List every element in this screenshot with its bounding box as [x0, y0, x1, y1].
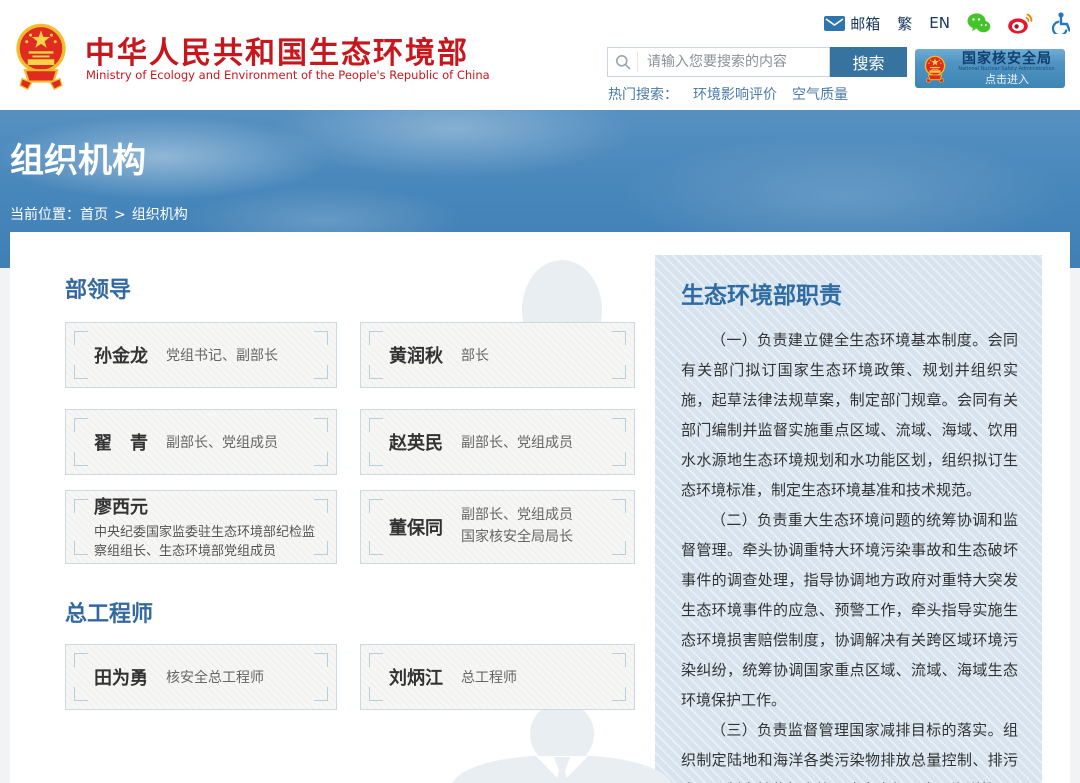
breadcrumb-separator: >	[114, 207, 126, 223]
search-input[interactable]	[638, 48, 829, 76]
leader-card-zhaiqing[interactable]: 翟 青 副部长、党组成员	[65, 409, 337, 475]
engineer-card-liubingjiang[interactable]: 刘炳江 总工程师	[360, 644, 635, 710]
engineer-row: 田为勇 核安全总工程师 刘炳江 总工程师	[65, 644, 655, 710]
card-content: 田为勇 核安全总工程师	[66, 645, 336, 709]
person-name: 黄润秋	[389, 342, 443, 368]
leader-row-3: 廖西元 中央纪委国家监委驻生态环境部纪检监察组组长、生态环境部党组成员 董保同 …	[65, 490, 655, 564]
leader-card-huangrunqiu[interactable]: 黄润秋 部长	[360, 322, 635, 388]
leadership-panel: 部领导 孙金龙 党组书记、副部长 黄润秋 部长 翟 青 副部长、党组成员	[10, 232, 655, 783]
section-heading-chief-engineers: 总工程师	[65, 600, 655, 630]
person-title: 总工程师	[461, 667, 517, 687]
weibo-icon	[1008, 13, 1033, 34]
person-name: 刘炳江	[389, 664, 443, 690]
section-heading-duties: 生态环境部职责	[681, 281, 1018, 311]
leader-card-dongbaotong[interactable]: 董保同 副部长、党组成员 国家核安全局局长	[360, 490, 635, 564]
mail-link[interactable]: 邮箱	[824, 13, 880, 34]
duty-paragraph-3: （三）负责监督管理国家减排目标的落实。组织制定陆地和海洋各类污染物排放总量控制、…	[681, 715, 1018, 783]
top-utility-bar: 邮箱 繁 EN	[824, 12, 1070, 34]
card-content: 黄润秋 部长	[361, 323, 634, 387]
nnsa-banner-button[interactable]: 国家核安全局 National Nuclear Safety Administr…	[915, 49, 1065, 88]
person-silhouette-icon	[450, 698, 675, 783]
site-title: 中华人民共和国生态环境部	[85, 28, 469, 72]
duty-paragraph-2: （二）负责重大生态环境问题的统筹协调和监督管理。牵头协调重特大环境污染事故和生态…	[681, 505, 1018, 715]
english-link[interactable]: EN	[929, 14, 950, 32]
person-title: 副部长、党组成员	[461, 432, 573, 452]
hot-search-row: 热门搜索： 环境影响评价 空气质量	[608, 84, 848, 104]
card-content: 翟 青 副部长、党组成员	[66, 410, 336, 474]
breadcrumb-current: 组织机构	[132, 207, 188, 223]
person-name: 廖西元	[94, 493, 148, 519]
nnsa-title: 国家核安全局	[962, 52, 1052, 66]
mail-icon	[824, 16, 845, 31]
hot-search-link-air[interactable]: 空气质量	[792, 84, 848, 104]
person-title: 部长	[461, 345, 489, 365]
search-bar: 搜索	[607, 47, 907, 77]
wechat-link[interactable]	[967, 13, 991, 34]
person-title: 副部长、党组成员	[166, 432, 278, 452]
nnsa-subtitle: National Nuclear Safety Administration	[959, 67, 1055, 72]
leader-card-sunjinlong[interactable]: 孙金龙 党组书记、副部长	[65, 322, 337, 388]
search-button[interactable]: 搜索	[830, 47, 907, 77]
breadcrumb: 当前位置：首页 > 组织机构	[0, 182, 1080, 224]
person-name: 田为勇	[94, 664, 148, 690]
site-subtitle: Ministry of Ecology and Environment of t…	[86, 68, 490, 82]
card-content: 孙金龙 党组书记、副部长	[66, 323, 336, 387]
accessibility-link[interactable]	[1050, 12, 1070, 34]
leader-row-1: 孙金龙 党组书记、副部长 黄润秋 部长	[65, 322, 655, 388]
person-title: 中央纪委国家监委驻生态环境部纪检监察组组长、生态环境部党组成员	[94, 523, 322, 562]
content-wrapper: 部领导 孙金龙 党组书记、副部长 黄润秋 部长 翟 青 副部长、党组成员	[10, 232, 1070, 783]
nnsa-emblem-icon	[923, 54, 947, 84]
site-header: 中华人民共和国生态环境部 Ministry of Ecology and Env…	[0, 0, 1080, 110]
card-content: 赵英民 副部长、党组成员	[361, 410, 634, 474]
hot-search-label: 热门搜索：	[608, 84, 678, 104]
duties-sidebar: 生态环境部职责 （一）负责建立健全生态环境基本制度。会同有关部门拟订国家生态环境…	[655, 255, 1042, 783]
person-title: 核安全总工程师	[166, 667, 264, 687]
weibo-link[interactable]	[1008, 13, 1033, 34]
person-name: 孙金龙	[94, 342, 148, 368]
nnsa-enter-label: 点击进入	[985, 74, 1029, 85]
national-emblem-icon	[12, 20, 70, 92]
traditional-chinese-link[interactable]: 繁	[897, 13, 912, 34]
person-title: 党组书记、副部长	[166, 345, 278, 365]
mail-label: 邮箱	[850, 13, 880, 34]
page-title: 组织机构	[0, 110, 1080, 182]
hot-search-link-eia[interactable]: 环境影响评价	[693, 84, 777, 104]
search-box	[607, 47, 830, 77]
search-icon	[608, 52, 638, 72]
engineer-card-tianweiyong[interactable]: 田为勇 核安全总工程师	[65, 644, 337, 710]
card-content: 廖西元 中央纪委国家监委驻生态环境部纪检监察组组长、生态环境部党组成员	[66, 491, 336, 563]
duty-paragraph-1: （一）负责建立健全生态环境基本制度。会同有关部门拟订国家生态环境政策、规划并组织…	[681, 325, 1018, 505]
wechat-icon	[967, 13, 991, 34]
person-title: 副部长、党组成员 国家核安全局局长	[461, 505, 573, 548]
person-name: 翟 青	[94, 429, 148, 455]
leader-row-2: 翟 青 副部长、党组成员 赵英民 副部长、党组成员	[65, 409, 655, 475]
person-name: 董保同	[389, 514, 443, 540]
leader-card-zhaoyingmin[interactable]: 赵英民 副部长、党组成员	[360, 409, 635, 475]
leader-card-liaoxiyuan[interactable]: 廖西元 中央纪委国家监委驻生态环境部纪检监察组组长、生态环境部党组成员	[65, 490, 337, 564]
card-content: 董保同 副部长、党组成员 国家核安全局局长	[361, 491, 634, 563]
breadcrumb-label: 当前位置：	[10, 207, 80, 223]
wheelchair-icon	[1050, 12, 1070, 34]
breadcrumb-home-link[interactable]: 首页	[80, 207, 108, 223]
person-name: 赵英民	[389, 429, 443, 455]
nnsa-text-column: 国家核安全局 National Nuclear Safety Administr…	[953, 52, 1061, 86]
card-content: 刘炳江 总工程师	[361, 645, 634, 709]
